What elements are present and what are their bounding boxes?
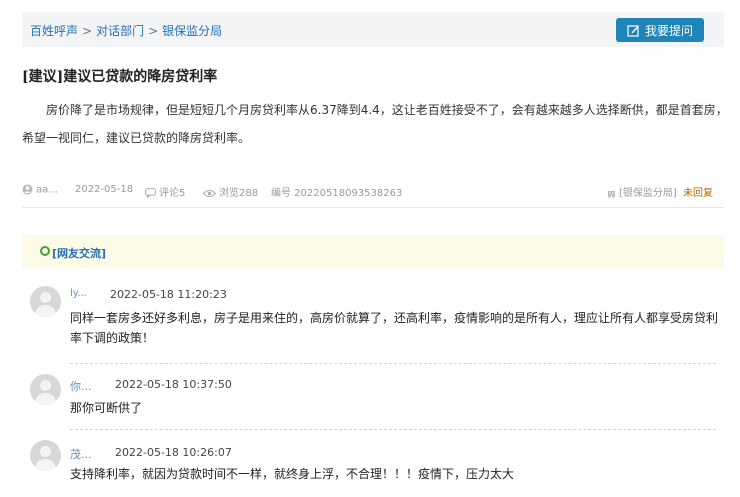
comment-user[interactable]: 你... — [70, 378, 92, 394]
post-meta: aa... 2022-05-18 评论5 浏览288 编号 2022051809… — [22, 182, 714, 199]
post-title: [建议]建议已贷款的降房贷利率 — [22, 69, 218, 85]
post-number: 编号 20220518093538263 — [271, 188, 403, 199]
comment-text: 那你可断供了 — [70, 401, 143, 415]
comment-item: ly... 2022-05-18 11:20:23 同样一套房多还好多利息，房子… — [30, 286, 720, 346]
breadcrumb-separator: > — [148, 24, 159, 38]
building-icon — [608, 190, 615, 197]
comment-icon — [145, 188, 156, 198]
user-icon — [22, 184, 33, 195]
department-tag[interactable]: [银保监分局] — [607, 184, 677, 199]
top-bar: 百姓呼声 > 对话部门 > 银保监分局 我要提问 — [22, 12, 724, 47]
breadcrumb-item-0[interactable]: 百姓呼声 — [30, 24, 78, 38]
reply-status-badge: 未回复 — [683, 188, 713, 199]
comment-time: 2022-05-18 11:20:23 — [110, 288, 227, 301]
comments-section-header: [网友交流] — [22, 235, 724, 268]
comment-item: 茂... 2022-05-18 10:26:07 支持降利率，就因为贷款时间不一… — [30, 440, 720, 485]
ask-question-button[interactable]: 我要提问 — [616, 18, 704, 42]
comment-count: 评论5 — [145, 184, 185, 199]
eye-icon — [203, 189, 216, 197]
avatar[interactable] — [30, 440, 61, 471]
avatar[interactable] — [30, 286, 61, 317]
comment-time: 2022-05-18 10:26:07 — [115, 446, 232, 459]
comment-text: 同样一套房多还好多利息，房子是用来住的，高房价就算了，还高利率，疫情影响的是所有… — [70, 311, 719, 345]
edit-icon — [627, 24, 640, 37]
comment-text: 支持降利率，就因为贷款时间不一样，就终身上浮，不合理！！！疫情下，压力太大 — [70, 467, 515, 481]
comment-time: 2022-05-18 10:37:50 — [115, 378, 232, 391]
section-marker-icon — [40, 246, 50, 256]
divider — [22, 207, 724, 208]
comment-user[interactable]: 茂... — [70, 446, 92, 462]
breadcrumb-item-1[interactable]: 对话部门 — [96, 24, 144, 38]
comment-divider — [70, 429, 716, 430]
post-content: 房价降了是市场规律，但是短短几个月房贷利率从6.37降到4.4，这让老百姓接受不… — [22, 103, 728, 145]
author-name[interactable]: aa... — [36, 185, 58, 196]
author-info: aa... — [22, 184, 58, 196]
post-date: 2022-05-18 — [75, 184, 134, 195]
ask-question-label: 我要提问 — [644, 23, 693, 38]
comment-user[interactable]: ly... — [70, 288, 87, 299]
comment-divider — [70, 363, 716, 364]
breadcrumb: 百姓呼声 > 对话部门 > 银保监分局 — [30, 22, 222, 39]
breadcrumb-separator: > — [82, 24, 93, 38]
view-count: 浏览288 — [203, 184, 258, 199]
comments-section-label: [网友交流] — [52, 247, 107, 260]
comment-item: 你... 2022-05-18 10:37:50 那你可断供了 — [30, 374, 720, 419]
avatar[interactable] — [30, 374, 61, 405]
breadcrumb-item-2[interactable]: 银保监分局 — [162, 24, 222, 38]
